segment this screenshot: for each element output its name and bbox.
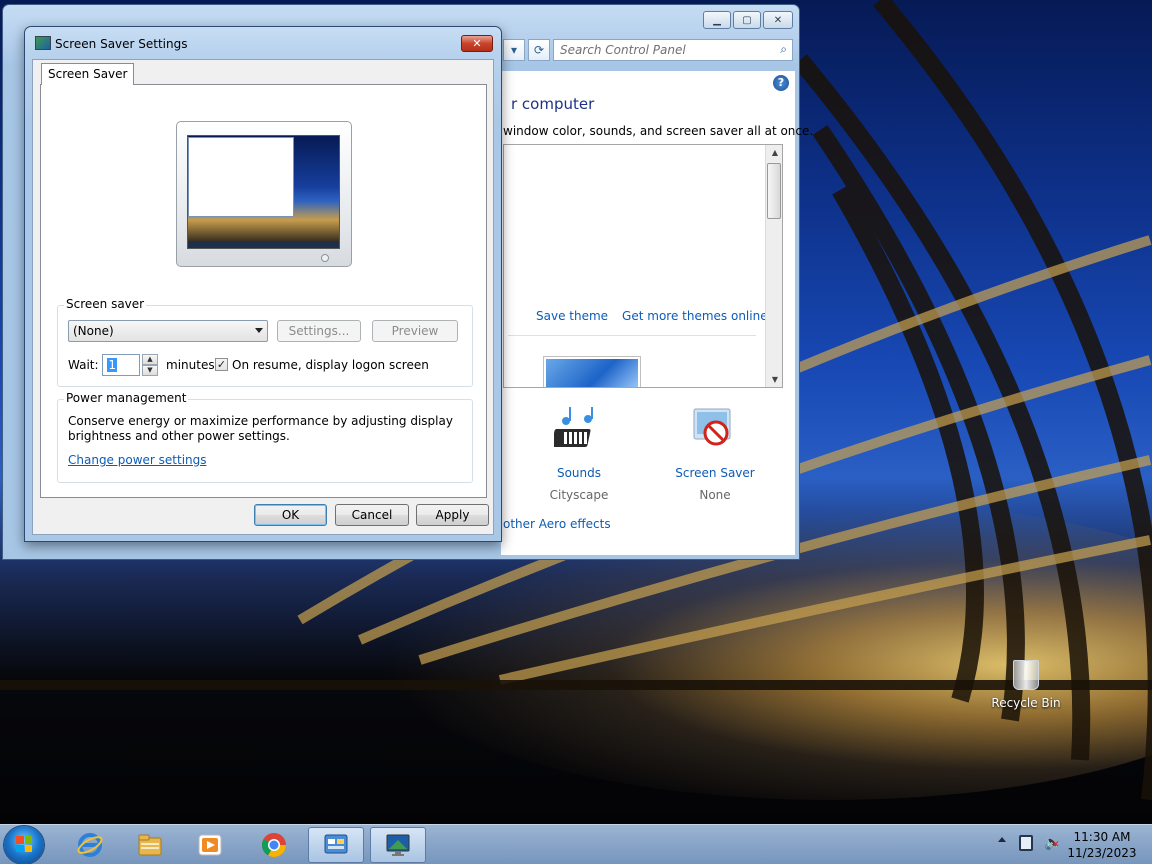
scroll-down-icon[interactable]: ▼ — [772, 375, 778, 384]
preview-screen — [187, 135, 340, 249]
power-management-group-label: Power management — [64, 391, 189, 405]
refresh-icon[interactable]: ⟳ — [528, 39, 550, 61]
themes-links: Save theme Get more themes online — [536, 309, 768, 323]
search-placeholder: Search Control Panel — [560, 43, 686, 57]
dialog-body: Screen Saver Screen saver (None) Setting… — [32, 59, 494, 535]
network-icon[interactable] — [1019, 835, 1033, 851]
themes-divider — [508, 335, 756, 336]
apply-button[interactable]: Apply — [416, 504, 489, 526]
minimize-button[interactable]: ▁ — [703, 11, 731, 29]
taskbar-chrome[interactable] — [246, 827, 302, 863]
theme-thumbnail[interactable] — [544, 357, 640, 387]
checkmark-icon: ✓ — [216, 358, 227, 371]
taskbar-file-explorer[interactable] — [122, 827, 178, 863]
chrome-icon — [261, 833, 286, 858]
get-more-themes-link[interactable]: Get more themes online — [622, 309, 768, 323]
start-button[interactable] — [4, 826, 44, 864]
screen-saver-settings-dialog[interactable]: Screen Saver Settings ✕ Screen Saver Scr… — [24, 26, 502, 542]
sounds-icon — [551, 407, 593, 447]
screen-saver-label: Screen Saver — [675, 466, 755, 480]
screen-saver-group-label: Screen saver — [64, 297, 147, 311]
search-icon[interactable]: ⌕ — [780, 42, 787, 57]
logon-screen-label[interactable]: On resume, display logon screen — [232, 358, 429, 372]
minutes-label: minutes — [166, 358, 215, 372]
power-management-group: Power management Conserve energy or maxi… — [57, 391, 473, 483]
address-dropdown-button[interactable]: ▾ — [503, 39, 525, 61]
taskbar-internet-explorer[interactable] — [62, 827, 118, 863]
save-theme-link[interactable]: Save theme — [536, 309, 608, 323]
cancel-button[interactable]: Cancel — [335, 504, 409, 526]
spin-down-icon[interactable]: ▼ — [142, 365, 158, 376]
recycle-bin-label: Recycle Bin — [991, 696, 1061, 710]
clock-date: 11/23/2023 — [1067, 846, 1137, 860]
spin-up-icon[interactable]: ▲ — [142, 354, 158, 365]
screen-saver-settings-icon — [35, 36, 51, 50]
close-button[interactable]: ✕ — [763, 11, 793, 29]
change-power-settings-link[interactable]: Change power settings — [68, 453, 207, 467]
taskbar: 🔈 ✕ 11:30 AM 11/23/2023 — [0, 824, 1152, 864]
sounds-value: Cityscape — [549, 488, 609, 502]
address-bar: ▾ ⟳ Search Control Panel ⌕ — [503, 39, 793, 63]
screen-saver-tab-panel: Screen saver (None) Settings... Preview … — [40, 84, 487, 498]
scroll-up-icon[interactable]: ▲ — [772, 148, 778, 157]
taskbar-media-player[interactable] — [182, 827, 238, 863]
screen-saver-group: Screen saver (None) Settings... Preview … — [57, 297, 473, 387]
media-player-icon — [198, 834, 222, 856]
sounds-item[interactable]: Sounds Cityscape — [529, 405, 629, 502]
maximize-button[interactable]: ▢ — [733, 11, 761, 29]
screen-saver-icon — [693, 408, 731, 446]
power-management-text: Conserve energy or maximize performance … — [68, 414, 453, 443]
dialog-title: Screen Saver Settings — [55, 37, 188, 51]
tab-screen-saver[interactable]: Screen Saver — [41, 63, 135, 85]
help-icon[interactable]: ? — [773, 75, 789, 91]
monitor-power-led — [321, 254, 329, 262]
screen-saver-value: None — [699, 488, 731, 502]
preview-button[interactable]: Preview — [372, 320, 458, 342]
sounds-label: Sounds — [556, 466, 602, 480]
internet-explorer-icon — [77, 833, 103, 857]
recycle-bin-icon — [1013, 660, 1039, 690]
settings-button[interactable]: Settings... — [277, 320, 361, 342]
personalization-content: ? r computer window color, sounds, and s… — [501, 71, 813, 555]
show-hidden-icons-button[interactable] — [998, 837, 1006, 842]
monitor-preview — [176, 121, 352, 267]
preview-taskbar — [188, 241, 339, 248]
page-title: r computer — [511, 95, 595, 113]
taskbar-screen-saver-settings[interactable] — [370, 827, 426, 863]
wait-minutes-value: 1 — [107, 358, 117, 372]
themes-scrollbar[interactable]: ▲ ▼ — [765, 145, 782, 387]
logon-screen-checkbox[interactable]: ✓ — [215, 358, 228, 371]
taskbar-clock[interactable]: 11:30 AM 11/23/2023 — [1066, 829, 1138, 861]
preview-window — [188, 137, 294, 217]
file-explorer-icon — [138, 834, 162, 856]
screen-saver-dropdown[interactable]: (None) — [68, 320, 268, 342]
window-caption-buttons: ▁ ▢ ✕ — [703, 11, 793, 29]
page-subtitle: window color, sounds, and screen saver a… — [503, 124, 814, 138]
recycle-bin[interactable]: Recycle Bin — [990, 660, 1062, 710]
search-input[interactable]: Search Control Panel ⌕ — [553, 39, 793, 61]
windows-logo-icon — [16, 836, 32, 852]
control-panel-icon — [324, 834, 348, 854]
volume-muted-icon[interactable]: 🔈 ✕ — [1044, 835, 1061, 851]
ok-button[interactable]: OK — [254, 504, 327, 526]
close-icon[interactable]: ✕ — [461, 35, 493, 52]
themes-list[interactable]: Save theme Get more themes online ▲ ▼ — [503, 144, 783, 388]
wait-minutes-stepper[interactable]: ▲ ▼ — [142, 354, 158, 376]
wait-minutes-input[interactable]: 1 — [102, 354, 140, 376]
wait-label: Wait: — [68, 358, 99, 372]
screen-saver-item[interactable]: Screen Saver None — [665, 405, 765, 502]
chevron-down-icon — [255, 328, 263, 333]
scrollbar-thumb[interactable] — [767, 163, 781, 219]
aero-effects-link[interactable]: other Aero effects — [503, 517, 611, 531]
screen-saver-settings-icon — [386, 834, 410, 856]
screen-saver-selected: (None) — [73, 324, 114, 338]
clock-time: 11:30 AM — [1073, 830, 1131, 844]
taskbar-control-panel[interactable] — [308, 827, 364, 863]
